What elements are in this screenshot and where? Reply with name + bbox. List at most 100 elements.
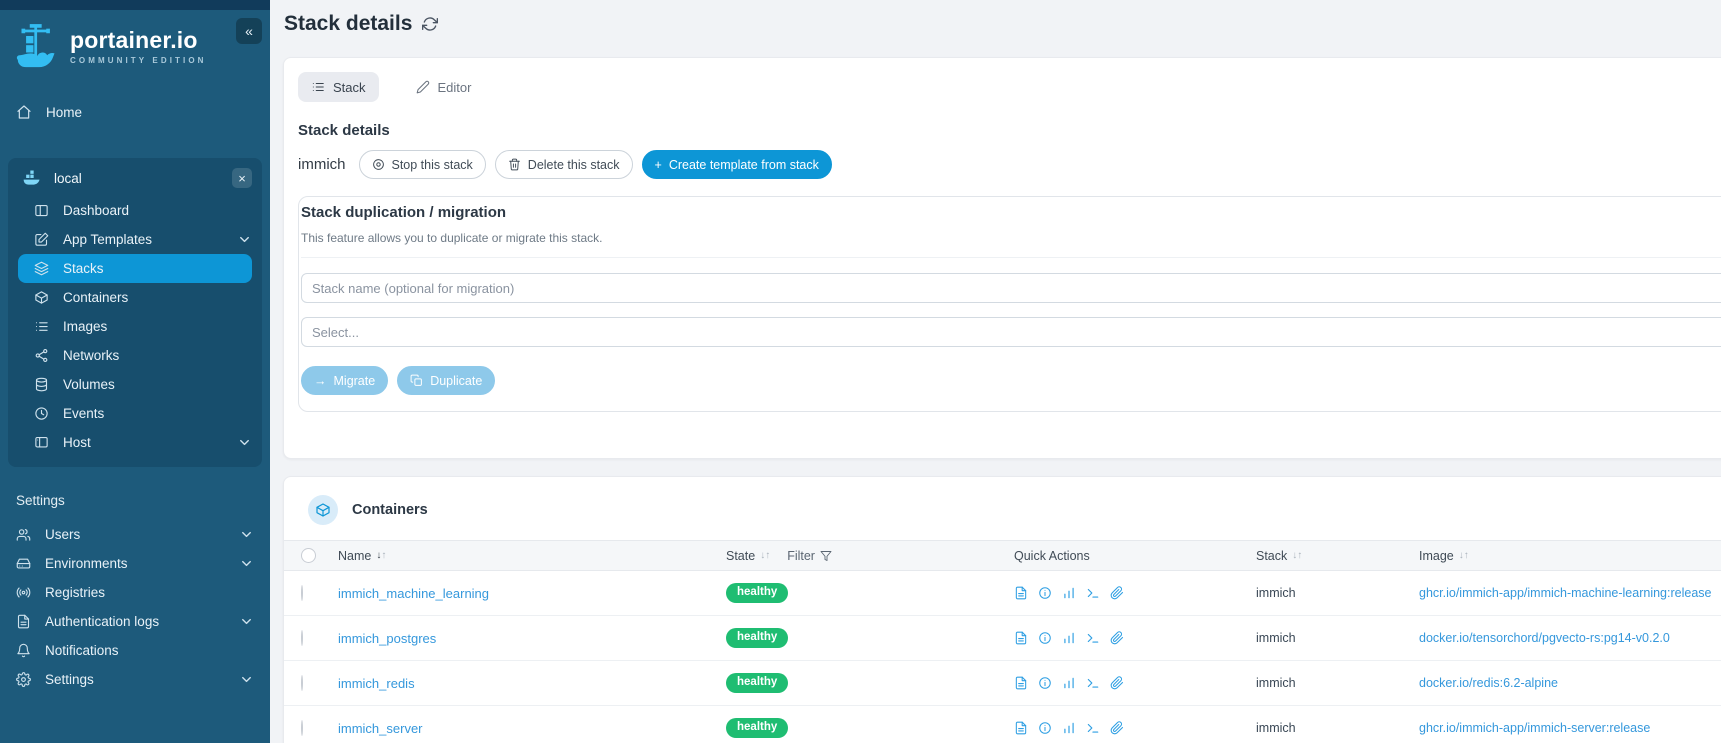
sidebar-item-registries[interactable]: Registries — [0, 578, 270, 607]
attach-icon[interactable] — [1110, 631, 1124, 645]
portainer-logo-icon — [16, 24, 55, 68]
stats-icon[interactable] — [1062, 676, 1076, 690]
row-checkbox[interactable] — [301, 585, 303, 601]
refresh-icon[interactable] — [422, 16, 438, 32]
sidebar-item-home[interactable]: Home — [0, 96, 270, 128]
stats-icon[interactable] — [1062, 631, 1076, 645]
table-row: immich_redis healthy immich docker.io/re… — [284, 661, 1721, 706]
row-checkbox[interactable] — [301, 675, 303, 691]
inspect-icon[interactable] — [1038, 586, 1052, 600]
table-row: immich_machine_learning healthy immich g… — [284, 571, 1721, 616]
table-row: immich_postgres healthy immich docker.io… — [284, 616, 1721, 661]
edit-square-icon — [34, 232, 49, 247]
sidebar-item-notifications[interactable]: Notifications — [0, 636, 270, 665]
stats-icon[interactable] — [1062, 721, 1076, 735]
sidebar-item-host[interactable]: Host — [8, 428, 262, 457]
app-subtitle: COMMUNITY EDITION — [70, 56, 207, 65]
status-badge: healthy — [726, 673, 789, 693]
chevron-down-icon — [239, 614, 254, 629]
bell-icon — [16, 643, 31, 658]
stats-icon[interactable] — [1062, 586, 1076, 600]
sidebar-item-volumes[interactable]: Volumes — [8, 370, 262, 399]
sort-control[interactable]: ↓ ↑ — [1459, 550, 1469, 561]
duplication-heading: Stack duplication / migration — [301, 204, 507, 221]
sidebar-item-label: Users — [45, 527, 81, 542]
sidebar-item-label: Volumes — [63, 377, 115, 392]
logs-icon[interactable] — [1014, 676, 1028, 690]
create-template-button[interactable]: + Create template from stack — [641, 150, 832, 179]
select-all-checkbox[interactable] — [301, 548, 316, 563]
sidebar-item-stacks[interactable]: Stacks — [18, 254, 252, 283]
logs-icon[interactable] — [1014, 631, 1028, 645]
docker-whale-icon — [22, 168, 42, 188]
logs-icon[interactable] — [1014, 721, 1028, 735]
share-icon — [34, 348, 49, 363]
inspect-icon[interactable] — [1038, 631, 1052, 645]
page-title: Stack details — [284, 12, 413, 35]
sidebar-item-authentication-logs[interactable]: Authentication logs — [0, 607, 270, 636]
container-name-link[interactable]: immich_machine_learning — [338, 586, 489, 601]
container-name-link[interactable]: immich_server — [338, 721, 423, 736]
image-link[interactable]: docker.io/redis:6.2-alpine — [1419, 676, 1558, 690]
sidebar-item-containers[interactable]: Containers — [8, 283, 262, 312]
row-checkbox[interactable] — [301, 720, 303, 736]
attach-icon[interactable] — [1110, 721, 1124, 735]
sort-control[interactable]: ↓ ↑ — [760, 550, 770, 561]
migrate-button[interactable]: → Migrate — [301, 366, 389, 395]
column-header-image[interactable]: Image ↓ ↑ — [1419, 549, 1721, 563]
column-header-name[interactable]: Name ↓ ↑ — [338, 549, 726, 563]
sidebar-item-images[interactable]: Images — [8, 312, 262, 341]
duplicate-button[interactable]: Duplicate — [397, 366, 496, 395]
delete-stack-button[interactable]: Delete this stack — [494, 150, 633, 179]
gear-icon — [16, 672, 31, 687]
attach-icon[interactable] — [1110, 586, 1124, 600]
stack-name-input[interactable] — [301, 273, 1721, 303]
settings-section-header: Settings — [16, 493, 65, 508]
sidebar-collapse-button[interactable]: « — [236, 18, 262, 44]
image-link[interactable]: ghcr.io/immich-app/immich-server:release — [1419, 721, 1650, 735]
environment-select[interactable]: Select... — [301, 317, 1721, 347]
stop-circle-icon — [372, 158, 385, 171]
containers-widget-title: Containers — [352, 502, 428, 518]
copy-icon — [410, 374, 423, 387]
users-icon — [16, 527, 31, 542]
container-name-link[interactable]: immich_redis — [338, 676, 415, 691]
pencil-icon — [416, 80, 430, 94]
stack-cell: immich — [1256, 631, 1296, 645]
sidebar-item-events[interactable]: Events — [8, 399, 262, 428]
stop-stack-button[interactable]: Stop this stack — [358, 150, 486, 179]
file-text-icon — [16, 614, 31, 629]
sidebar-item-settings[interactable]: Settings — [0, 665, 270, 694]
container-name-link[interactable]: immich_postgres — [338, 631, 436, 646]
sidebar-item-networks[interactable]: Networks — [8, 341, 262, 370]
attach-icon[interactable] — [1110, 676, 1124, 690]
console-icon[interactable] — [1086, 586, 1100, 600]
state-filter-button[interactable]: Filter — [787, 549, 832, 563]
image-link[interactable]: ghcr.io/immich-app/immich-machine-learni… — [1419, 586, 1711, 600]
sort-control[interactable]: ↓ ↑ — [1292, 550, 1302, 561]
logs-icon[interactable] — [1014, 586, 1028, 600]
image-link[interactable]: docker.io/tensorchord/pgvecto-rs:pg14-v0… — [1419, 631, 1670, 645]
environment-header[interactable]: local × — [8, 158, 262, 196]
sidebar-item-app-templates[interactable]: App Templates — [8, 225, 262, 254]
home-icon — [16, 104, 32, 120]
sidebar-item-dashboard[interactable]: Dashboard — [8, 196, 262, 225]
inspect-icon[interactable] — [1038, 721, 1052, 735]
console-icon[interactable] — [1086, 631, 1100, 645]
tab-stack[interactable]: Stack — [298, 72, 379, 102]
sidebar: portainer.io COMMUNITY EDITION « Home lo… — [0, 0, 270, 743]
console-icon[interactable] — [1086, 676, 1100, 690]
sidebar-item-label: App Templates — [63, 232, 153, 247]
sidebar-item-environments[interactable]: Environments — [0, 549, 270, 578]
environment-close-button[interactable]: × — [232, 168, 252, 188]
sidebar-item-users[interactable]: Users — [0, 520, 270, 549]
tab-editor[interactable]: Editor — [403, 72, 485, 102]
trash-icon — [508, 158, 521, 171]
sort-control[interactable]: ↓ ↑ — [376, 550, 386, 561]
inspect-icon[interactable] — [1038, 676, 1052, 690]
column-header-state[interactable]: State ↓ ↑ Filter — [726, 549, 1014, 563]
column-header-stack[interactable]: Stack ↓ ↑ — [1256, 549, 1419, 563]
sidebar-item-label: Networks — [63, 348, 120, 363]
row-checkbox[interactable] — [301, 630, 303, 646]
console-icon[interactable] — [1086, 721, 1100, 735]
